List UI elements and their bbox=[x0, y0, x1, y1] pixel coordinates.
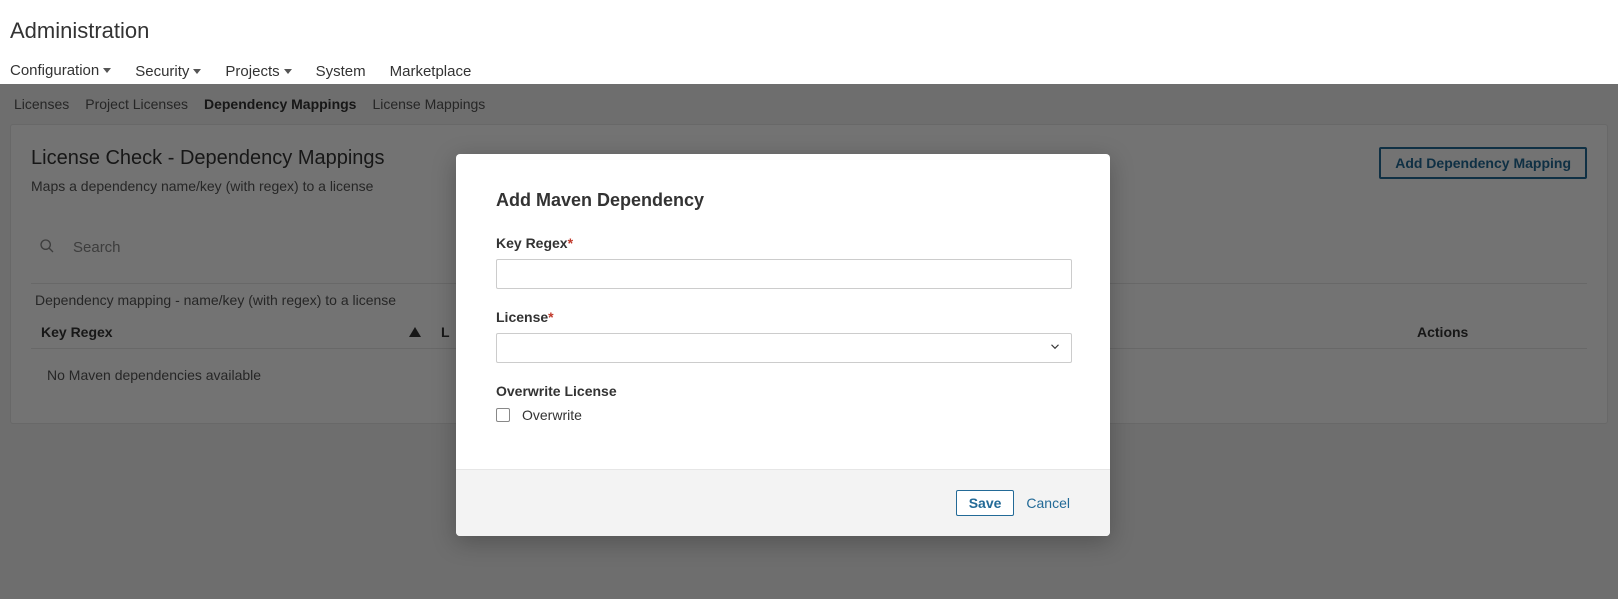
save-button[interactable]: Save bbox=[956, 490, 1015, 516]
modal-body: Add Maven Dependency Key Regex* License*… bbox=[456, 154, 1110, 469]
modal-title: Add Maven Dependency bbox=[496, 190, 1070, 211]
modal-footer: Save Cancel bbox=[456, 469, 1110, 536]
overwrite-checkbox[interactable] bbox=[496, 408, 510, 422]
caret-down-icon bbox=[284, 69, 292, 74]
required-asterisk: * bbox=[568, 235, 573, 251]
nav-label: Configuration bbox=[10, 62, 99, 79]
license-select[interactable] bbox=[496, 333, 1072, 363]
form-group-overwrite: Overwrite License Overwrite bbox=[496, 383, 1070, 423]
page-header: Administration bbox=[0, 0, 1618, 52]
cancel-link[interactable]: Cancel bbox=[1026, 495, 1070, 511]
form-group-key-regex: Key Regex* bbox=[496, 235, 1070, 289]
caret-down-icon bbox=[103, 68, 111, 73]
nav-label: Projects bbox=[225, 63, 279, 80]
overwrite-checkbox-row[interactable]: Overwrite bbox=[496, 407, 1070, 423]
label-text: License bbox=[496, 309, 548, 325]
form-group-license: License* bbox=[496, 309, 1070, 363]
overwrite-license-label: Overwrite License bbox=[496, 383, 1070, 399]
overwrite-checkbox-label: Overwrite bbox=[522, 407, 582, 423]
nav-label: Security bbox=[135, 63, 189, 80]
key-regex-input[interactable] bbox=[496, 259, 1072, 289]
nav-label: System bbox=[316, 63, 366, 80]
license-label: License* bbox=[496, 309, 1070, 325]
key-regex-label: Key Regex* bbox=[496, 235, 1070, 251]
license-select-wrap bbox=[496, 333, 1072, 363]
required-asterisk: * bbox=[548, 309, 553, 325]
nav-label: Marketplace bbox=[390, 63, 472, 80]
page-title: Administration bbox=[10, 18, 1608, 44]
add-maven-dependency-modal: Add Maven Dependency Key Regex* License*… bbox=[456, 154, 1110, 536]
label-text: Key Regex bbox=[496, 235, 568, 251]
caret-down-icon bbox=[193, 69, 201, 74]
